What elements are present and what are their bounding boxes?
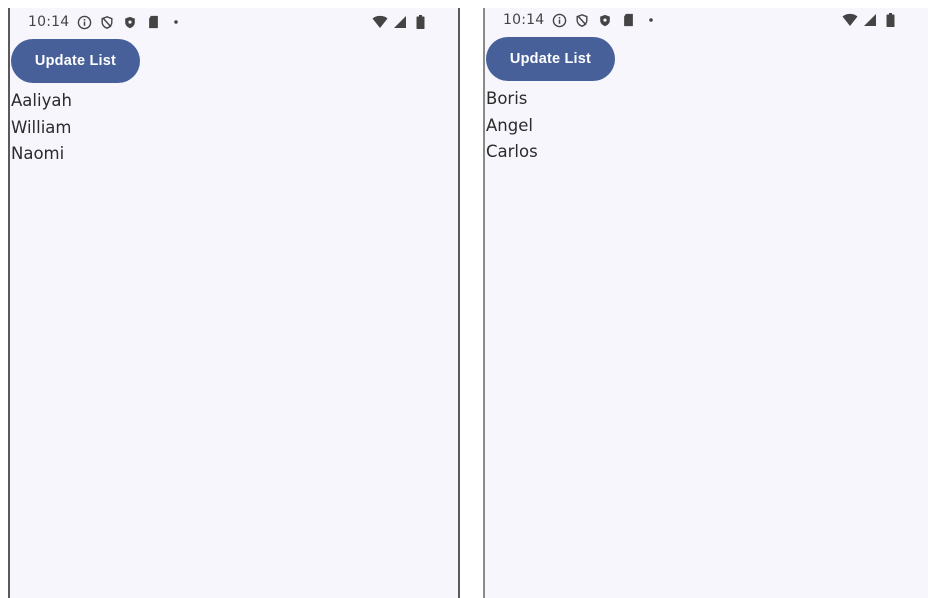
list-item: Carlos	[486, 142, 538, 161]
phone-screen-right: 10:14 Update List Boris Angel Carlos	[483, 8, 928, 598]
status-bar: 10:14	[28, 11, 428, 33]
sd-card-icon	[145, 14, 161, 30]
wifi-icon	[842, 12, 858, 28]
update-list-button[interactable]: Update List	[486, 37, 615, 81]
dot-icon	[643, 12, 659, 28]
signal-icon	[862, 12, 878, 28]
status-bar: 10:14	[503, 9, 898, 31]
info-icon	[551, 12, 567, 28]
dot-icon	[168, 14, 184, 30]
wifi-icon	[372, 14, 388, 30]
status-time: 10:14	[503, 12, 545, 28]
list-item: William	[11, 117, 72, 137]
list-item: Naomi	[11, 144, 65, 163]
phone-screen-left: 10:14 Update List Aaliyah William Naomi	[8, 8, 460, 598]
shield-off-icon	[574, 12, 590, 28]
name-list: Aaliyah William Naomi	[11, 90, 72, 170]
update-list-button[interactable]: Update List	[11, 39, 140, 83]
shield-icon	[597, 12, 613, 28]
list-item: Aaliyah	[11, 91, 72, 110]
list-item: Boris	[486, 89, 528, 108]
name-list: Boris Angel Carlos	[486, 88, 538, 168]
list-item: Angel	[486, 115, 533, 135]
sd-card-icon	[620, 12, 636, 28]
shield-off-icon	[99, 14, 115, 30]
signal-icon	[392, 14, 408, 30]
info-icon	[76, 14, 92, 30]
battery-icon	[882, 12, 898, 28]
status-time: 10:14	[28, 14, 70, 30]
shield-icon	[122, 14, 138, 30]
battery-icon	[412, 14, 428, 30]
